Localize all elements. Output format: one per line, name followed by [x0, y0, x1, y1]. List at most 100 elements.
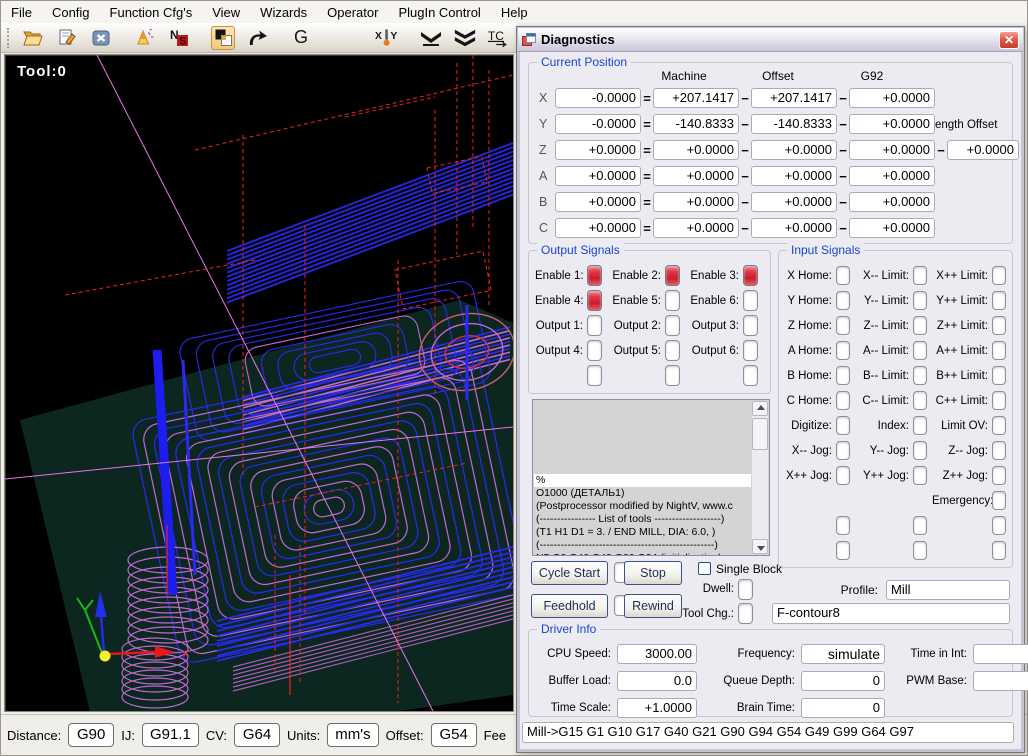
frequency-box[interactable]: simulate: [801, 644, 885, 664]
y-g92-box[interactable]: +0.0000: [849, 114, 935, 134]
toolpath-drawing: x: [5, 55, 513, 711]
tool-change-button[interactable]: TC: [487, 26, 511, 50]
gcode-view-button[interactable]: G: [289, 26, 313, 50]
gcode-scrollbar[interactable]: [752, 401, 768, 554]
regen-toolpath-button[interactable]: [245, 26, 269, 50]
y-current-box[interactable]: -0.0000: [555, 114, 641, 134]
input-signal-label: Z-- Limit:: [855, 320, 909, 332]
menu-plugin-control[interactable]: PlugIn Control: [388, 3, 490, 22]
scroll-up-button[interactable]: [752, 401, 768, 416]
ns-s-glyph: S: [179, 36, 186, 48]
z-current-box[interactable]: +0.0000: [555, 140, 641, 160]
a-offset-box[interactable]: +0.0000: [751, 166, 837, 186]
goto-zs-button[interactable]: [453, 26, 477, 50]
b-home-led: [836, 366, 850, 385]
b-current-box[interactable]: +0.0000: [555, 192, 641, 212]
stop-button[interactable]: Stop: [624, 561, 682, 585]
time-in-int-box[interactable]: 0.0: [973, 644, 1028, 664]
open-file-button[interactable]: [21, 26, 45, 50]
c-current-box[interactable]: +0.0000: [555, 218, 641, 238]
close-file-button[interactable]: [89, 26, 113, 50]
gcode-line[interactable]: O1000 (ДЕТАЛЬ1): [534, 487, 751, 500]
display-mode-button[interactable]: [211, 26, 235, 50]
a-g92-box[interactable]: +0.0000: [849, 166, 935, 186]
feedhold-button[interactable]: Feedhold: [531, 594, 608, 618]
minus-sign: −: [739, 195, 751, 210]
gcode-line[interactable]: %: [534, 474, 751, 487]
brain-time-box[interactable]: 0: [801, 698, 885, 718]
gcode-line[interactable]: N5 G0 G40 G49 G80 G94 (initialization): [534, 552, 751, 556]
wizard-button[interactable]: [133, 26, 157, 50]
gcode-line[interactable]: (Postprocessor modified by NightV, www.c: [534, 500, 751, 513]
digitize-led: [836, 416, 850, 435]
output5-led: [665, 340, 680, 361]
c-plus-limit-led: [992, 391, 1006, 410]
toolbar-grip[interactable]: [7, 28, 9, 48]
y-machine-box[interactable]: -140.8333: [653, 114, 739, 134]
z-machine-box[interactable]: +0.0000: [653, 140, 739, 160]
enable4-led: [587, 290, 602, 311]
queue-depth-box[interactable]: 0: [801, 671, 885, 691]
output1-led: [587, 315, 602, 336]
gcode-line[interactable]: (---------------------------------------…: [534, 539, 751, 552]
brain-time-label: Brain Time:: [703, 702, 795, 714]
z-g92-box[interactable]: +0.0000: [849, 140, 935, 160]
b-machine-box[interactable]: +0.0000: [653, 192, 739, 212]
output-signal-label: Enable 6:: [687, 295, 739, 307]
cycle-start-button[interactable]: Cycle Start: [531, 561, 608, 585]
cpu-speed-box[interactable]: 3000.00: [617, 644, 697, 664]
active-modes-box[interactable]: Mill->G15 G1 G10 G17 G40 G21 G90 G94 G54…: [522, 722, 1014, 743]
minus-sign: −: [739, 117, 751, 132]
diagnostics-dialog: Diagnostics ✕ Current Position Machine O…: [516, 26, 1025, 753]
ns-plugin-button[interactable]: N S: [167, 26, 191, 50]
edit-document-icon: [58, 29, 76, 47]
z-length-offset-box[interactable]: +0.0000: [947, 140, 1019, 160]
minus-sign: −: [739, 143, 751, 158]
y-offset-box[interactable]: -140.8333: [751, 114, 837, 134]
menu-config[interactable]: Config: [42, 3, 100, 22]
profile-value-box[interactable]: Mill: [886, 580, 1010, 600]
output-signals-group: Output Signals Enable 1: Enable 2: Enabl…: [528, 250, 771, 394]
close-button[interactable]: ✕: [999, 31, 1019, 49]
goto-z-button[interactable]: [419, 26, 443, 50]
z-offset-box[interactable]: +0.0000: [751, 140, 837, 160]
c-offset-box[interactable]: +0.0000: [751, 218, 837, 238]
mach3-window: { "menu": { "items": ["File", "Config", …: [0, 0, 1028, 756]
c-g92-box[interactable]: +0.0000: [849, 218, 935, 238]
x-current-box[interactable]: -0.0000: [555, 88, 641, 108]
menu-view[interactable]: View: [202, 3, 250, 22]
menu-operator[interactable]: Operator: [317, 3, 388, 22]
b-g92-box[interactable]: +0.0000: [849, 192, 935, 212]
a-machine-box[interactable]: +0.0000: [653, 166, 739, 186]
x-machine-box[interactable]: +207.1417: [653, 88, 739, 108]
scroll-down-button[interactable]: [752, 539, 768, 554]
gcode-line[interactable]: (---------------- List of tools --------…: [534, 513, 751, 526]
z-minus-limit-led: [913, 316, 927, 335]
single-block-checkbox[interactable]: [698, 562, 711, 575]
b-offset-box[interactable]: +0.0000: [751, 192, 837, 212]
arrow-down-icon: [757, 546, 765, 551]
x-g92-box[interactable]: +0.0000: [849, 88, 935, 108]
pwm-base-box[interactable]: 7: [973, 671, 1028, 691]
edit-gcode-button[interactable]: [55, 26, 79, 50]
menu-file[interactable]: File: [1, 3, 42, 22]
gcode-line[interactable]: (T1 H1 D1 = 3. / END MILL, DIA: 6.0, ): [534, 526, 751, 539]
loaded-file-box[interactable]: F-contour8: [772, 603, 1010, 624]
time-scale-box[interactable]: +1.0000: [617, 698, 697, 718]
curved-arrow-icon: [246, 29, 268, 47]
input-signal-label: Y-- Limit:: [855, 295, 909, 307]
input-signal-label: Z++ Jog:: [932, 470, 988, 482]
x-offset-box[interactable]: +207.1417: [751, 88, 837, 108]
menu-wizards[interactable]: Wizards: [250, 3, 317, 22]
toolpath-viewport[interactable]: Tool:0 x: [4, 54, 514, 712]
dialog-title-bar[interactable]: Diagnostics ✕: [518, 28, 1023, 52]
menu-function-cfgs[interactable]: Function Cfg's: [100, 3, 203, 22]
menu-help[interactable]: Help: [491, 3, 538, 22]
a-current-box[interactable]: +0.0000: [555, 166, 641, 186]
gcode-listbox[interactable]: % O1000 (ДЕТАЛЬ1) (Postprocessor modifie…: [532, 399, 770, 556]
probe-xy-button[interactable]: X Y: [375, 26, 399, 50]
buffer-load-box[interactable]: 0.0: [617, 671, 697, 691]
c-machine-box[interactable]: +0.0000: [653, 218, 739, 238]
scroll-thumb[interactable]: [752, 418, 768, 450]
form-icon: [522, 33, 536, 47]
